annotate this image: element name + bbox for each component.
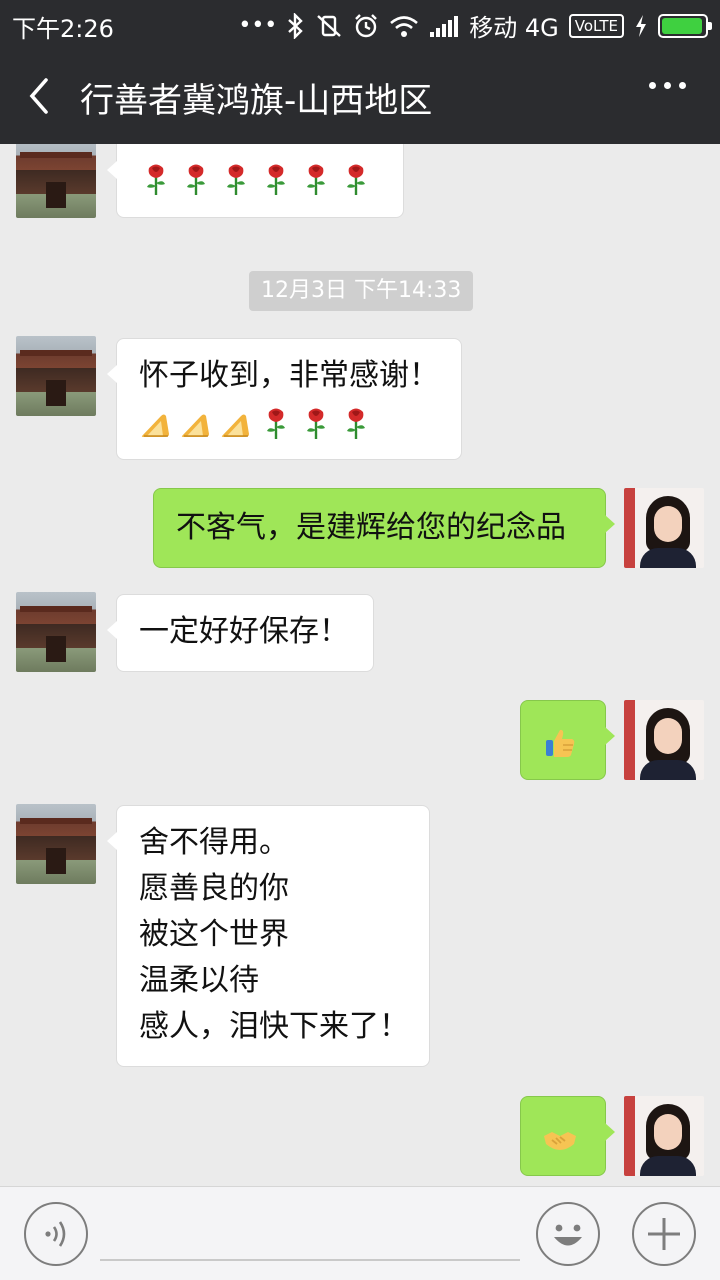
rose-icon (299, 162, 333, 196)
message-text: 一定好好保存！ (139, 614, 349, 649)
charging-icon (634, 14, 648, 38)
battery-fill (662, 17, 702, 34)
more-icon[interactable] (649, 82, 686, 89)
chevron-left-icon[interactable] (22, 74, 58, 118)
status-time: 下午2:26 (12, 15, 114, 43)
my-avatar[interactable] (624, 700, 704, 780)
bluetooth-icon (287, 12, 305, 39)
timestamp: 12月3日 下午14:33 (249, 271, 474, 311)
message-bubble-incoming[interactable]: 怀子收到，非常感谢！ (107, 338, 462, 460)
prayer-icon (179, 406, 213, 440)
prayer-icon (219, 406, 253, 440)
message-text: 被这个世界 (139, 917, 289, 952)
signal-icon (429, 14, 459, 38)
message-input[interactable] (100, 1259, 520, 1261)
rose-icon (259, 406, 293, 440)
prayer-icon (139, 406, 173, 440)
plus-icon[interactable] (632, 1202, 696, 1266)
handshake-icon (543, 1122, 577, 1156)
emoji-row (543, 719, 605, 765)
message-bubble-outgoing[interactable] (520, 700, 615, 780)
contact-avatar[interactable] (16, 336, 96, 416)
wifi-icon (389, 14, 419, 38)
alarm-icon (353, 13, 379, 39)
chat-title: 行善者冀鸿旗-山西地区 (80, 81, 433, 121)
status-bar: 下午2:26 ••• 移动 4G VoLTE (0, 0, 720, 48)
message-text: 愿善良的你 (139, 871, 289, 906)
message-text: 怀子收到，非常感谢！ (139, 358, 439, 393)
chat-header: 行善者冀鸿旗-山西地区 (0, 48, 720, 144)
emoji-row (139, 155, 381, 201)
rose-icon (299, 406, 333, 440)
my-avatar[interactable] (624, 1096, 704, 1176)
rose-icon (139, 162, 173, 196)
message-bubble-incoming[interactable]: 一定好好保存！ (107, 594, 374, 672)
status-icons: ••• 移动 4G VoLTE (238, 8, 712, 43)
rose-icon (179, 162, 213, 196)
thumbs-up-icon (543, 726, 577, 760)
smile-icon[interactable] (536, 1202, 600, 1266)
rose-icon (259, 162, 293, 196)
rose-icon (339, 162, 373, 196)
message-bubble-outgoing[interactable] (520, 1096, 615, 1176)
emoji-row (139, 399, 439, 445)
message-text: 感人，泪快下来了！ (139, 1009, 409, 1044)
contact-avatar[interactable] (16, 144, 96, 218)
rose-icon (219, 162, 253, 196)
silent-icon (315, 13, 343, 39)
message-text: 温柔以待 (139, 963, 259, 998)
voice-icon[interactable] (24, 1202, 88, 1266)
contact-avatar[interactable] (16, 592, 96, 672)
carrier-label: 移动 4G (469, 14, 559, 42)
my-avatar[interactable] (624, 488, 704, 568)
message-bubble-outgoing[interactable]: 不客气，是建辉给您的纪念品 (153, 488, 615, 568)
message-bubble-incoming[interactable] (107, 144, 404, 218)
message-bubble-incoming[interactable]: 舍不得用。 愿善良的你 被这个世界 温柔以待 感人，泪快下来了！ (107, 805, 430, 1067)
emoji-row (543, 1115, 605, 1161)
input-bar (0, 1186, 720, 1280)
battery-indicator (658, 13, 712, 38)
rose-icon (339, 406, 373, 440)
more-dots-icon: ••• (238, 12, 278, 38)
message-text: 不客气，是建辉给您的纪念品 (176, 510, 566, 545)
volte-badge: VoLTE (568, 13, 624, 38)
message-text: 舍不得用。 (139, 825, 289, 860)
contact-avatar[interactable] (16, 804, 96, 884)
message-list[interactable]: 12月3日 下午14:33 怀子收到，非常感谢！ 不客气，是建辉给您的纪念品 一… (0, 144, 720, 1186)
